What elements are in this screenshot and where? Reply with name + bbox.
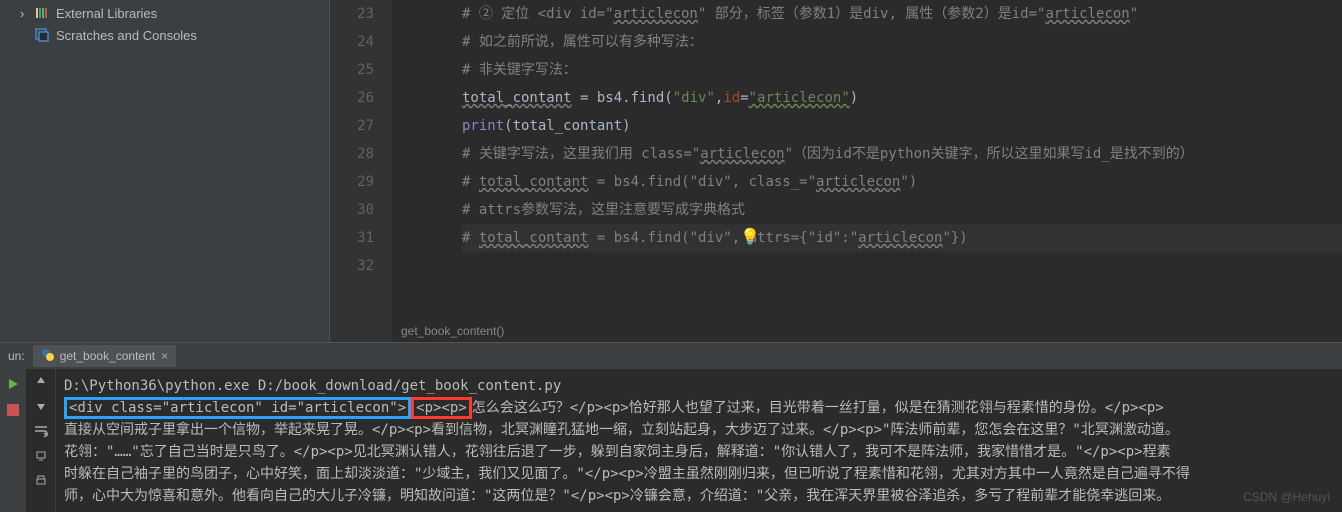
line-number: 23 bbox=[330, 0, 374, 28]
up-button[interactable] bbox=[35, 375, 47, 390]
console-line: 师，心中大为惊喜和意外。他看向自己的大儿子冷镰，明知故问道："这两位是？"</p… bbox=[64, 485, 1334, 507]
run-inner-toolbar bbox=[26, 369, 56, 512]
down-button[interactable] bbox=[35, 400, 47, 415]
run-panel: un: get_book_content × D:\Python36\pytho… bbox=[0, 342, 1342, 512]
console-output[interactable]: D:\Python36\python.exe D:/book_download/… bbox=[56, 369, 1342, 512]
highlight-red: <p><p> bbox=[411, 397, 472, 419]
external-libraries-node[interactable]: › External Libraries bbox=[0, 2, 329, 24]
breadcrumb[interactable]: get_book_content() bbox=[395, 320, 510, 342]
scratches-icon bbox=[34, 27, 50, 43]
soft-wrap-button[interactable] bbox=[34, 425, 48, 440]
code-content[interactable]: # ② 定位 <div id="articlecon" 部分，标签（参数1）是d… bbox=[392, 0, 1342, 342]
line-number: 28 bbox=[330, 140, 374, 168]
console-line: 时躲在自己袖子里的鸟团子，心中好笑，面上却淡淡道："少域主，我们又见面了。"</… bbox=[64, 463, 1334, 485]
scroll-to-end-button[interactable] bbox=[35, 450, 47, 465]
run-tab[interactable]: get_book_content × bbox=[33, 345, 176, 367]
chevron-right-icon: › bbox=[20, 6, 30, 21]
close-icon[interactable]: × bbox=[161, 349, 168, 363]
tree-label: External Libraries bbox=[56, 6, 157, 21]
run-tab-label: get_book_content bbox=[60, 349, 155, 363]
run-tabs-bar: un: get_book_content × bbox=[0, 343, 1342, 369]
run-left-toolbar bbox=[0, 369, 26, 512]
lightbulb-icon[interactable]: 💡 bbox=[740, 227, 760, 247]
line-number: 24 bbox=[330, 28, 374, 56]
code-editor[interactable]: 23 24 25 26 27 28 29 30 31 32 💡 # ② 定位 <… bbox=[330, 0, 1342, 342]
scratches-node[interactable]: Scratches and Consoles bbox=[0, 24, 329, 46]
console-line: 花翎："……"忘了自己当时是只鸟了。</p><p>见北冥渊认错人，花翎往后退了一… bbox=[64, 441, 1334, 463]
rerun-button[interactable] bbox=[4, 375, 22, 393]
console-line: 直接从空间戒子里拿出一个信物，举起来晃了晃。</p><p>看到信物，北冥渊瞳孔猛… bbox=[64, 419, 1334, 441]
line-number: 26 bbox=[330, 84, 374, 112]
watermark: CSDN @Hehuyi bbox=[1243, 490, 1330, 504]
console-line: D:\Python36\python.exe D:/book_download/… bbox=[64, 375, 1334, 397]
python-file-icon bbox=[41, 348, 55, 365]
line-number: 31 bbox=[330, 224, 374, 252]
line-number: 30 bbox=[330, 196, 374, 224]
line-number: 27 bbox=[330, 112, 374, 140]
line-number: 25 bbox=[330, 56, 374, 84]
project-tree: › External Libraries Scratches and Conso… bbox=[0, 0, 330, 342]
line-gutter: 23 24 25 26 27 28 29 30 31 32 bbox=[330, 0, 392, 342]
library-icon bbox=[34, 5, 50, 21]
stop-button[interactable] bbox=[4, 401, 22, 419]
line-number: 32 bbox=[330, 252, 374, 280]
line-number: 29 bbox=[330, 168, 374, 196]
tree-label: Scratches and Consoles bbox=[56, 28, 197, 43]
highlight-blue: <div class="articlecon" id="articlecon"> bbox=[64, 397, 411, 419]
console-line: <div class="articlecon" id="articlecon">… bbox=[64, 397, 1334, 419]
run-label: un: bbox=[6, 349, 33, 363]
print-button[interactable] bbox=[35, 475, 47, 490]
